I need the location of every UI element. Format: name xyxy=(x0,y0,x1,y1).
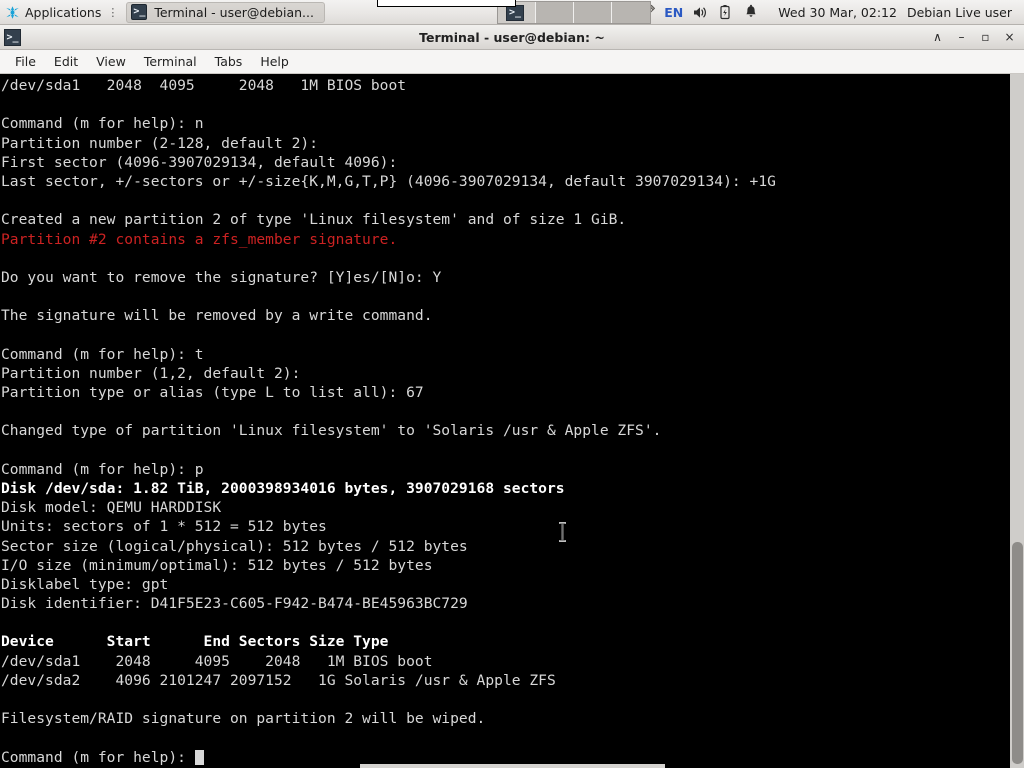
starlike-menu-icon xyxy=(5,5,20,20)
terminal-line: Created a new partition 2 of type 'Linux… xyxy=(1,211,627,229)
menu-view[interactable]: View xyxy=(87,51,135,72)
terminal-line: Do you want to remove the signature? [Y]… xyxy=(1,268,442,286)
terminal-area: /dev/sda1 2048 4095 2048 1M BIOS boot Co… xyxy=(0,74,1024,768)
system-tray: EN Wed 30 Mar, 02:12 Debian Live user xyxy=(635,0,1024,25)
menu-file[interactable]: File xyxy=(6,51,45,72)
terminal-line: Last sector, +/-sectors or +/-size{K,M,G… xyxy=(1,172,776,190)
terminal-line: /dev/sda1 2048 4095 2048 1M BIOS boot xyxy=(1,77,407,94)
terminal-line: Command (m for help): t xyxy=(1,345,204,363)
taskbar-window-label: Terminal - user@debian... xyxy=(154,4,314,20)
terminal-window: >_ Terminal - user@debian: ~ ∧ – ▫ × Fil… xyxy=(0,25,1024,768)
workspace-3[interactable] xyxy=(574,2,612,23)
terminal-line: /dev/sda2 4096 2101247 2097152 1G Solari… xyxy=(1,671,556,689)
text-ibeam-cursor xyxy=(557,522,568,542)
terminal-line: Device Start End Sectors Size Type xyxy=(1,632,1009,651)
terminal-line: First sector (4096-3907029134, default 4… xyxy=(1,153,407,171)
terminal-line: Disk model: QEMU HARDDISK xyxy=(1,499,222,517)
menu-terminal[interactable]: Terminal xyxy=(135,51,206,72)
window-title: Terminal - user@debian: ~ xyxy=(419,29,605,45)
terminal-line: Partition number (2-128, default 2): xyxy=(1,134,327,152)
menu-edit[interactable]: Edit xyxy=(45,51,87,72)
menu-bar: File Edit View Terminal Tabs Help xyxy=(0,50,1024,74)
terminal-line: Disk identifier: D41F5E23-C605-F942-B474… xyxy=(1,595,468,613)
workspace-4[interactable] xyxy=(612,2,650,23)
terminal-line: The signature will be removed by a write… xyxy=(1,307,433,325)
terminal-line: Changed type of partition 'Linux filesys… xyxy=(1,422,662,440)
terminal-line: Partition #2 contains a zfs_member signa… xyxy=(1,230,1009,249)
desktop-screen: Applications ⋮ >_ Terminal - user@debian… xyxy=(0,0,1024,768)
terminal-line-text: Device Start End Sectors Size Type xyxy=(1,633,389,651)
taskbar-window-terminal[interactable]: >_ Terminal - user@debian... xyxy=(126,1,325,23)
menu-tabs[interactable]: Tabs xyxy=(206,51,252,72)
menu-help[interactable]: Help xyxy=(251,51,298,72)
workspace-switcher[interactable]: >_ xyxy=(497,1,651,24)
workspace-2[interactable] xyxy=(536,2,574,23)
terminal-line: I/O size (minimum/optimal): 512 bytes / … xyxy=(1,556,433,574)
terminal-line: Disklabel type: gpt xyxy=(1,575,169,593)
terminal-prompt-text: Command (m for help): xyxy=(1,748,195,766)
terminal-line: Partition number (1,2, default 2): xyxy=(1,364,310,382)
terminal-icon: >_ xyxy=(131,4,148,20)
terminal-line: Sector size (logical/physical): 512 byte… xyxy=(1,537,468,555)
terminal-line: Partition type or alias (type L to list … xyxy=(1,384,424,401)
terminal-line: Disk /dev/sda: 1.82 TiB, 2000398934016 b… xyxy=(1,479,1009,498)
applications-menu-label: Applications xyxy=(25,4,102,20)
user-label[interactable]: Debian Live user xyxy=(907,5,1016,20)
applications-menu-button[interactable]: Applications ⋮ xyxy=(0,0,124,25)
terminal-line: Command (m for help): n xyxy=(1,115,204,133)
terminal-line-text: Disk /dev/sda: 1.82 TiB, 2000398934016 b… xyxy=(1,479,565,497)
terminal-icon: >_ xyxy=(506,5,524,21)
scrollbar-thumb[interactable] xyxy=(1012,542,1023,764)
terminal-line: Units: sectors of 1 * 512 = 512 bytes xyxy=(1,518,327,536)
terminal-line: Filesystem/RAID signature on partition 2… xyxy=(1,710,486,728)
terminal-scrollbar[interactable] xyxy=(1009,74,1024,768)
bell-icon[interactable] xyxy=(738,0,764,25)
hamburger-dots-icon: ⋮ xyxy=(107,5,119,19)
window-bottom-strip xyxy=(360,764,665,768)
window-titlebar[interactable]: >_ Terminal - user@debian: ~ ∧ – ▫ × xyxy=(0,25,1024,50)
keyboard-layout-indicator[interactable]: EN xyxy=(661,5,686,20)
volume-icon[interactable] xyxy=(686,0,712,25)
top-panel: Applications ⋮ >_ Terminal - user@debian… xyxy=(0,0,1024,25)
clock[interactable]: Wed 30 Mar, 02:12 xyxy=(764,5,907,20)
terminal-text-cursor xyxy=(194,749,204,765)
terminal-warning-text: Partition #2 contains a zfs_member signa… xyxy=(1,230,398,248)
terminal-output[interactable]: /dev/sda1 2048 4095 2048 1M BIOS boot Co… xyxy=(0,74,1009,768)
battery-icon[interactable] xyxy=(712,0,738,25)
terminal-line: /dev/sda1 2048 4095 2048 1M BIOS boot xyxy=(1,652,433,670)
tooltip-popup xyxy=(377,0,516,7)
terminal-line: Command (m for help): p xyxy=(1,460,204,478)
